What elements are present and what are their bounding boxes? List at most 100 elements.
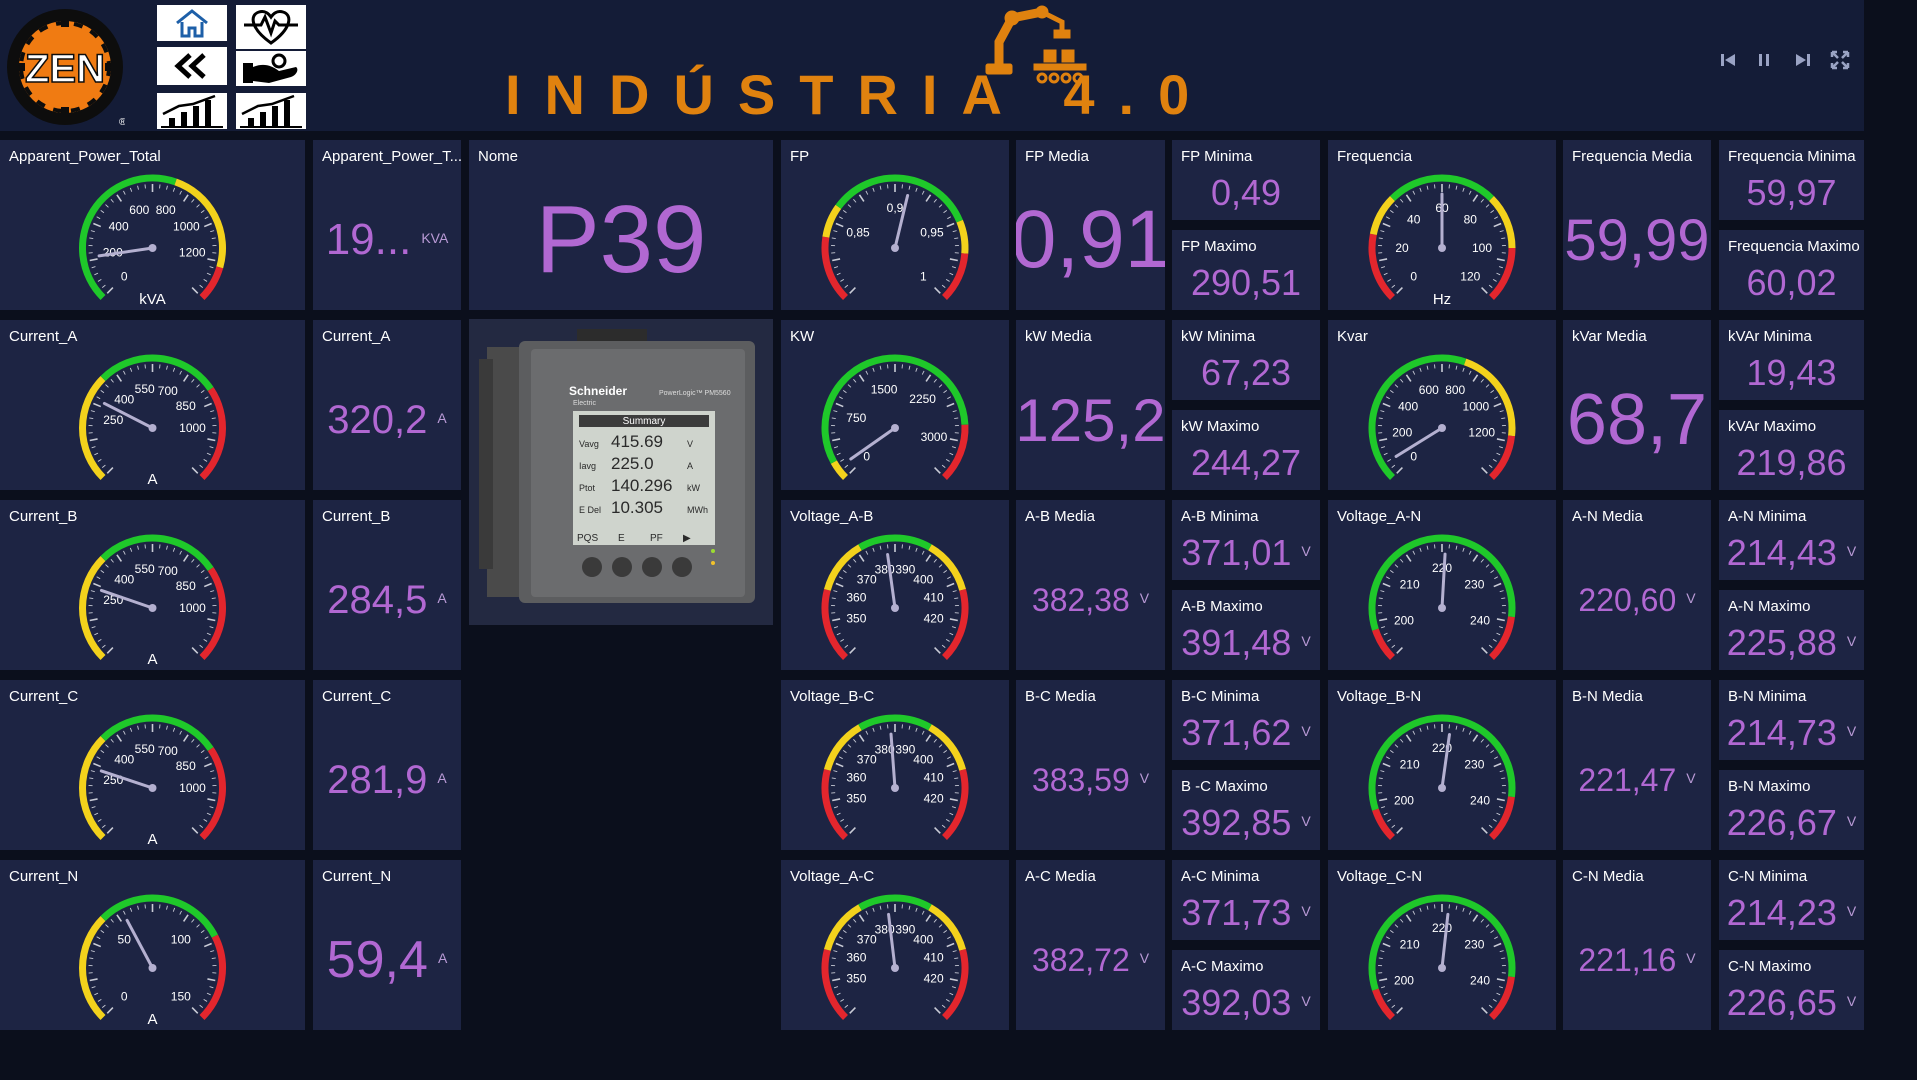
gauge-tick-label: 150 — [171, 989, 191, 1003]
gauge-tile-voltage-an[interactable]: Voltage_A-N 200 210 220 230 240 — [1328, 500, 1556, 670]
gauge-tick-label: 230 — [1464, 577, 1484, 591]
value-label: FP Media — [1025, 148, 1089, 165]
gauge-zone-yellow — [79, 736, 106, 840]
value-label: B -C Maximo — [1181, 778, 1268, 795]
back-button[interactable] — [157, 47, 227, 85]
gauge-tick-label: 360 — [846, 951, 866, 965]
gauge-tile-apparent-power[interactable]: Apparent_Power_Total02004006008001000120… — [0, 140, 305, 310]
gauge-tile-kvar[interactable]: Kvar 0 200 400 600 800 1000 1200 — [1328, 320, 1556, 490]
gauge-unit: A — [147, 471, 157, 488]
value-tile-cn-media[interactable]: C-N Media 221,16 V — [1563, 860, 1711, 1030]
value-tile-current-c[interactable]: Current_C 281,9 A — [313, 680, 461, 850]
value-tile-bn-minima[interactable]: B-N Minima 214,73 V — [1719, 680, 1864, 760]
device-row-unit: V — [687, 439, 693, 449]
value-tile-kvar-media[interactable]: kVar Media 68,7 — [1563, 320, 1711, 490]
value-tile-bc-maximo[interactable]: B -C Maximo 392,85 V — [1172, 770, 1320, 850]
value-tile-fp-minima[interactable]: FP Minima 0,49 — [1172, 140, 1320, 220]
gauge-tick-label: 350 — [846, 791, 866, 805]
gauge-tile-current-a[interactable]: Current_A 250 400 550 700 850 1000 A — [0, 320, 305, 490]
value-tile-ab-maximo[interactable]: A-B Maximo 391,48 V — [1172, 590, 1320, 670]
value-tile-bc-minima[interactable]: B-C Minima 371,62 V — [1172, 680, 1320, 760]
gauge-tile-voltage-ac[interactable]: Voltage_A-C 350 360 370 380 390 400 410 420 — [781, 860, 1009, 1030]
value-tile-current-b[interactable]: Current_B 284,5 A — [313, 500, 461, 670]
value-label: kVAr Maximo — [1728, 418, 1817, 435]
value-tile-kw-maximo[interactable]: kW Maximo 244,27 — [1172, 410, 1320, 490]
value-unit: V — [1846, 723, 1857, 739]
gauge-tile-current-c[interactable]: Current_C 250 400 550 700 850 1000 A — [0, 680, 305, 850]
pause-icon[interactable] — [1754, 50, 1774, 70]
value-tile-nome[interactable]: Nome P39 — [469, 140, 773, 310]
gauge-tick-label: 1000 — [1463, 400, 1490, 414]
value-label: Frequencia Media — [1572, 148, 1693, 165]
value-tile-fp-maximo[interactable]: FP Maximo 290,51 — [1172, 230, 1320, 310]
next-icon[interactable] — [1793, 50, 1813, 70]
value-label: A-N Minima — [1728, 508, 1807, 525]
value-tile-cn-minima[interactable]: C-N Minima 214,23 V — [1719, 860, 1864, 940]
fullscreen-icon[interactable] — [1830, 50, 1850, 70]
value-tile-kw-minima[interactable]: kW Minima 67,23 — [1172, 320, 1320, 400]
gauge-dial: 0 200 400600 800 1000 1200 — [1368, 354, 1516, 480]
value-tile-an-maximo[interactable]: A-N Maximo 225,88 V — [1719, 590, 1864, 670]
value-label: Current_C — [322, 688, 392, 705]
gauge-tile-kw[interactable]: KW 0 750 1500 2250 3000 — [781, 320, 1009, 490]
value-tile-ab-media[interactable]: A-B Media 382,38 V — [1016, 500, 1165, 670]
value-tile-an-media[interactable]: A-N Media 220,60 V — [1563, 500, 1711, 670]
home-button[interactable] — [157, 5, 227, 41]
gauge-tick-label: 230 — [1464, 937, 1484, 951]
value-tile-freq-minima[interactable]: Frequencia Minima 59,97 — [1719, 140, 1864, 220]
value-label: A-C Minima — [1181, 868, 1260, 885]
chart-growth-button[interactable] — [157, 93, 227, 129]
gauge-tick-label: 600 — [1419, 383, 1439, 397]
value-tile-bc-media[interactable]: B-C Media 383,59 V — [1016, 680, 1165, 850]
value-tile-apparent-power-total[interactable]: Apparent_Power_T... 19... KVA — [313, 140, 461, 310]
value-tile-ac-minima[interactable]: A-C Minima 371,73 V — [1172, 860, 1320, 940]
value-tile-an-minima[interactable]: A-N Minima 214,43 V — [1719, 500, 1864, 580]
value-tile-ac-media[interactable]: A-C Media 382,72 V — [1016, 860, 1165, 1030]
gauge-zone-red — [1488, 247, 1516, 300]
value-tile-cn-maximo[interactable]: C-N Maximo 226,65 V — [1719, 950, 1864, 1030]
gauge-tile-fp[interactable]: FP 0,85 0,9 0,95 1 — [781, 140, 1009, 310]
gauge-tile-current-n[interactable]: Current_N 0 50 100 150 A — [0, 860, 305, 1030]
hand-money-button[interactable] — [236, 51, 306, 86]
value-tile-ab-minima[interactable]: A-B Minima 371,01 V — [1172, 500, 1320, 580]
value-tile-fp-media[interactable]: FP Media 0,91 — [1016, 140, 1165, 310]
gauge-dial: 200210220230240 — [1368, 714, 1516, 840]
value-tile-freq-media[interactable]: Frequencia Media 59,99 — [1563, 140, 1711, 310]
health-button[interactable] — [236, 5, 306, 49]
value-tile-freq-maximo[interactable]: Frequencia Maximo 60,02 — [1719, 230, 1864, 310]
device-row-value: 140.296 — [611, 476, 672, 495]
value-label: C-N Media — [1572, 868, 1644, 885]
gauge-tile-voltage-cn[interactable]: Voltage_C-N 200 210 220 230 240 — [1328, 860, 1556, 1030]
value-number: 68,7 — [1566, 380, 1708, 460]
chart-growth-2-button[interactable] — [236, 93, 306, 129]
previous-icon[interactable] — [1718, 50, 1738, 70]
gauge-tile-voltage-ab[interactable]: Voltage_A-B 350 360 370 380 390 400 410 420 — [781, 500, 1009, 670]
gauge-tick-label: 200 — [1394, 793, 1414, 807]
gauge-tile-frequencia[interactable]: Frequencia020406080100120Hz — [1328, 140, 1556, 310]
value-number: 226,65 — [1726, 982, 1837, 1023]
value-tile-ac-maximo[interactable]: A-C Maximo 392,03 V — [1172, 950, 1320, 1030]
gauge-tick-label: 750 — [846, 411, 866, 425]
value-tile-bn-maximo[interactable]: B-N Maximo 226,67 V — [1719, 770, 1864, 850]
value-tile-kvar-maximo[interactable]: kVAr Maximo 219,86 — [1719, 410, 1864, 490]
gauge-tick-label: 700 — [158, 564, 178, 578]
gauge-tick-label: 100 — [1472, 241, 1492, 255]
value-display: 0,49 — [1172, 166, 1320, 220]
gauge-unit: Hz — [1433, 291, 1451, 308]
value-tile-current-n[interactable]: Current_N 59,4 A — [313, 860, 461, 1030]
value-number: 382,72 — [1031, 941, 1130, 978]
gauge-dial: 200210220230240 — [1368, 894, 1516, 1020]
value-unit: V — [1846, 993, 1857, 1009]
gauge-tile-voltage-bc[interactable]: Voltage_B-C 350 360 370 380 390 400 410 420 — [781, 680, 1009, 850]
gauge-tile-current-b[interactable]: Current_B 250 400 550 700 850 1000 A — [0, 500, 305, 670]
device-row-label: Ptot — [579, 483, 596, 493]
gauge-tile-voltage-bn[interactable]: Voltage_B-N 200 210 220 230 240 — [1328, 680, 1556, 850]
gauge-zone-yellow — [928, 724, 966, 771]
value-tile-kvar-minima[interactable]: kVAr Minima 19,43 — [1719, 320, 1864, 400]
value-tile-current-a[interactable]: Current_A 320,2 A — [313, 320, 461, 490]
value-tile-bn-media[interactable]: B-N Media 221,47 V — [1563, 680, 1711, 850]
value-tile-kw-media[interactable]: kW Media 125,2 — [1016, 320, 1165, 490]
gauge-tick-label: 400 — [109, 220, 129, 234]
gauge-tick-label: 210 — [1400, 757, 1420, 771]
gauge-dial: 250 400550 700850 1000 A — [79, 354, 226, 488]
